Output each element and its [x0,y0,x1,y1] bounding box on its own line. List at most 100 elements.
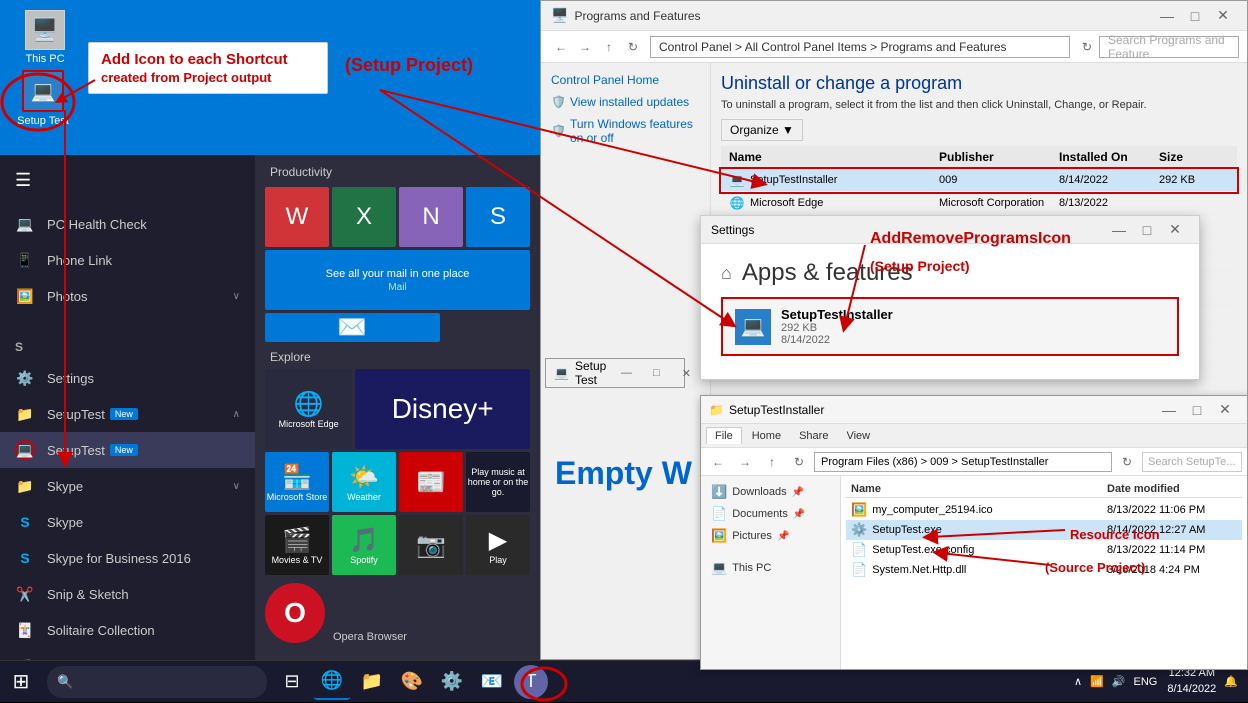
taskbar-edge[interactable]: 🌐 [314,664,350,700]
taskbar-vscode[interactable]: 🎨 [394,664,430,700]
tile-onenote[interactable]: N [399,187,463,247]
taskbar-settings-tb[interactable]: ⚙️ [434,664,470,700]
exp-forward[interactable]: → [733,450,757,474]
address-path[interactable]: Control Panel > All Control Panel Items … [650,36,1070,58]
ribbon-share[interactable]: Share [791,428,836,444]
tile-opera[interactable]: O [265,583,325,643]
setup-min[interactable]: — [612,361,640,385]
settings-win-controls: — □ ✕ [1105,218,1189,242]
taskbar-teams[interactable]: T [514,665,548,699]
mail-tile-label: See all your mail in one place [326,268,470,280]
edge-installed: 8/13/2022 [1059,197,1159,209]
exp-maximize[interactable]: □ [1183,398,1211,422]
settings-close[interactable]: ✕ [1161,218,1189,242]
exp-addr-refresh[interactable]: ↻ [1115,450,1139,474]
tile-music[interactable]: Play music at home or on the go. [466,452,530,512]
minimize-button[interactable]: — [1153,4,1181,28]
settings-minimize[interactable]: — [1105,218,1133,242]
notification-bell[interactable]: 🔔 [1224,675,1238,688]
refresh-addr-btn[interactable]: ↻ [1075,35,1099,59]
tile-movies[interactable]: 🎬 Movies & TV [265,515,329,575]
refresh-button[interactable]: ↻ [621,35,645,59]
table-row[interactable]: 💻 SetupTestInstaller 009 8/14/2022 292 K… [721,169,1237,192]
tray-volume[interactable]: 🔊 [1112,675,1126,688]
sidebar-item-skype[interactable]: S Skype [0,504,255,540]
table-row[interactable]: 🌐 Microsoft Edge Microsoft Corporation 8… [721,192,1237,215]
solitaire-icon: 🃏 [15,620,35,640]
exp-close[interactable]: ✕ [1211,398,1239,422]
close-button[interactable]: ✕ [1209,4,1237,28]
sidebar-item-spotify[interactable]: 🎵 Spotify [0,648,255,660]
taskbar-explorer[interactable]: 📁 [354,664,390,700]
sidebar-item-solitaire[interactable]: 🃏 Solitaire Collection [0,612,255,648]
sidebar-item-settings[interactable]: ⚙️ Settings [0,360,255,396]
search-programs[interactable]: Search Programs and Feature [1099,36,1239,58]
file-row[interactable]: 🖼️ my_computer_25194.ico 8/13/2022 11:06… [846,500,1242,520]
tile-mail-small[interactable]: ✉️ [265,313,440,342]
settings-maximize[interactable]: □ [1133,218,1161,242]
ribbon-view[interactable]: View [838,428,878,444]
file-row[interactable]: ⚙️ SetupTest.exe 8/14/2022 12:27 AM [846,520,1242,540]
sidebar-item-phone-link[interactable]: 📱 Phone Link [0,242,255,278]
tile-weather[interactable]: 🌤️ Weather [332,452,396,512]
taskbar-mail[interactable]: 📧 [474,664,510,700]
tile-edge[interactable]: 🌐 Microsoft Edge [265,369,352,449]
shield2-icon: 🛡️ [551,124,566,138]
section-s: S [0,334,255,360]
settings-app-row[interactable]: 💻 SetupTestInstaller 292 KB 8/14/2022 [721,297,1179,356]
windows-features-link[interactable]: 🛡️ Turn Windows features on or off [551,117,700,145]
ico-filename: my_computer_25194.ico [872,504,992,516]
setup-test-desktop-icon[interactable]: 💻 Setup Test [8,70,78,127]
ribbon-file[interactable]: File [706,427,742,444]
exp-minimize[interactable]: — [1155,398,1183,422]
view-updates-link[interactable]: 🛡️ View installed updates [551,95,700,109]
tile-skype-tile[interactable]: S [466,187,530,247]
this-pc-icon[interactable]: 🖥️ This PC [10,10,80,65]
sidebar-item-photos[interactable]: 🖼️ Photos ∨ [0,278,255,314]
up-button[interactable]: ↑ [597,35,621,59]
setuptest-expand: ∧ [233,409,240,420]
file-row[interactable]: 📄 SetupTest.exe.config 8/13/2022 11:14 P… [846,540,1242,560]
setup-max[interactable]: □ [642,361,670,385]
sidebar-item-skype-folder[interactable]: 📁 Skype ∨ [0,468,255,504]
setup-cls[interactable]: ✕ [672,361,700,385]
tile-disney[interactable]: Disney+ [355,369,530,449]
ribbon-home[interactable]: Home [744,428,789,444]
control-panel-home-link[interactable]: Control Panel Home [551,73,700,87]
nav-this-pc[interactable]: 💻 This PC [706,557,835,579]
file-row[interactable]: 📄 System.Net.Http.dll 3/26/2018 4:24 PM [846,560,1242,580]
nav-pictures[interactable]: 🖼️ Pictures 📌 [706,525,835,547]
maximize-button[interactable]: □ [1181,4,1209,28]
sidebar-item-setuptest-app[interactable]: 💻 SetupTest New [0,432,255,468]
nav-documents[interactable]: 📄 Documents 📌 [706,503,835,525]
hamburger-menu[interactable]: ☰ [5,165,41,196]
tile-mail[interactable]: See all your mail in one place Mail [265,250,530,310]
sidebar-item-setuptest-folder[interactable]: 📁 SetupTest New ∧ [0,396,255,432]
tile-news[interactable]: 📰 [399,452,463,512]
sidebar-item-pc-health[interactable]: 💻 PC Health Check [0,206,255,242]
tray-up-arrow[interactable]: ∧ [1074,675,1082,688]
taskbar-search[interactable]: 🔍 [47,666,267,698]
sidebar-item-skype-business[interactable]: S Skype for Business 2016 [0,540,255,576]
edge-row-icon: 🌐 [729,195,745,211]
tile-spotify[interactable]: 🎵 Spotify [332,515,396,575]
exp-path[interactable]: Program Files (x86) > 009 > SetupTestIns… [814,452,1112,472]
tile-word[interactable]: W [265,187,329,247]
forward-button[interactable]: → [573,35,597,59]
tile-photos-tile[interactable]: 📷 [399,515,463,575]
taskbar-time[interactable]: 12:32 AM 8/14/2022 [1167,666,1216,697]
sidebar-item-snip[interactable]: ✂️ Snip & Sketch [0,576,255,612]
back-button[interactable]: ← [549,35,573,59]
organize-button[interactable]: Organize ▼ [721,119,803,141]
nav-downloads[interactable]: ⬇️ Downloads 📌 [706,481,835,503]
explorer-ribbon: File Home Share View [701,424,1247,448]
exp-search[interactable]: Search SetupTe... [1142,452,1242,472]
start-button[interactable]: ⊞ [0,661,42,703]
exp-up[interactable]: ↑ [760,450,784,474]
exp-refresh[interactable]: ↻ [787,450,811,474]
tile-play[interactable]: ▶ Play [466,515,530,575]
taskbar-taskview[interactable]: ⊟ [274,664,310,700]
tile-excel[interactable]: X [332,187,396,247]
exp-back[interactable]: ← [706,450,730,474]
tile-store[interactable]: 🏪 Microsoft Store [265,452,329,512]
